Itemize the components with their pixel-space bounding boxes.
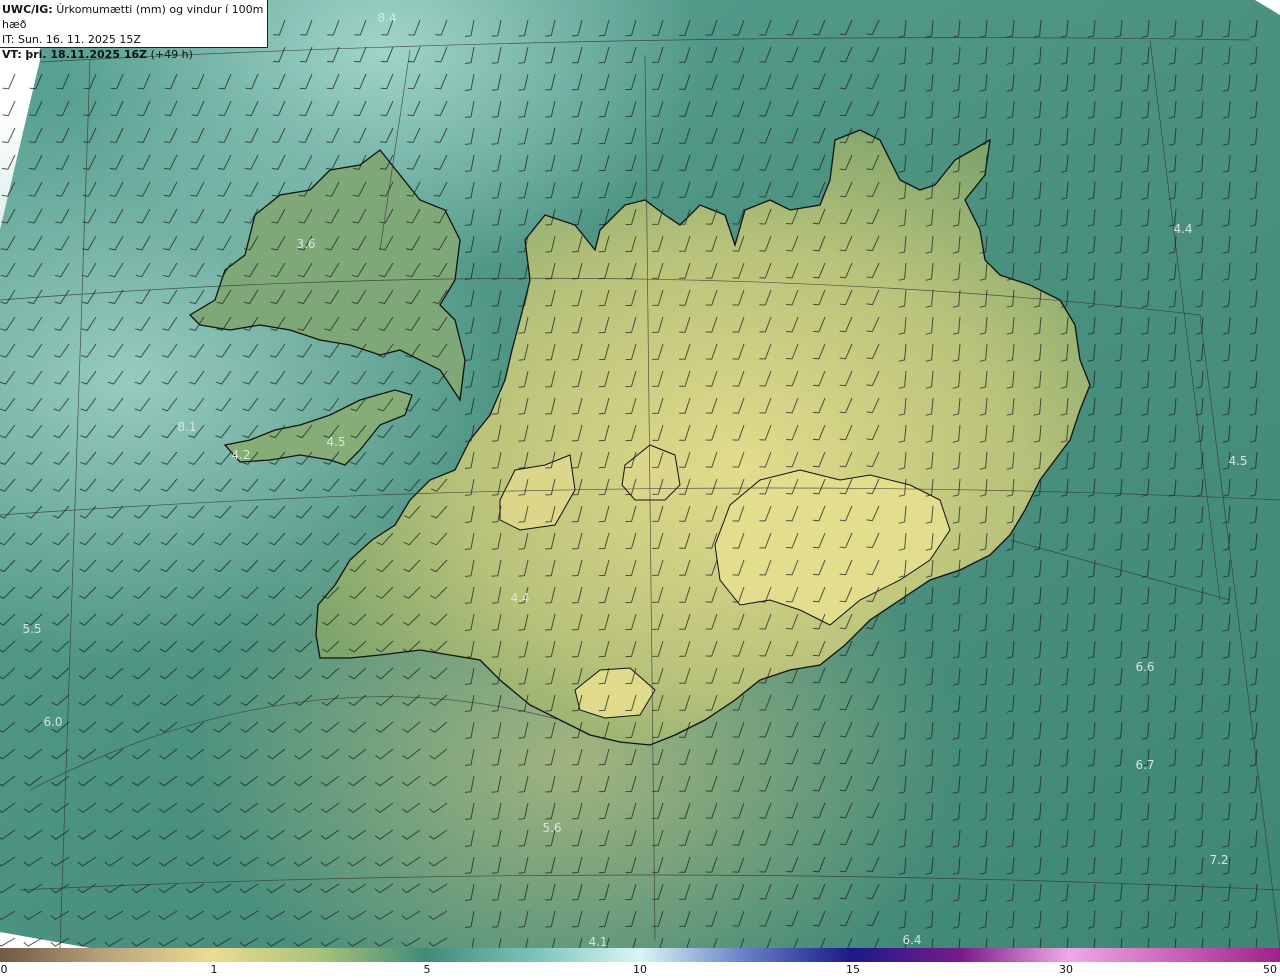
- colorbar: 0 1 5 10 15 30 50: [0, 948, 1280, 978]
- model-name: UWC/IG:: [2, 3, 53, 16]
- map-area: 8.4 3.6 4.4 4.2 8.1 4.5 4.4 4.5 5.5 6.0 …: [0, 0, 1280, 948]
- value-label: 6.4: [902, 933, 922, 947]
- value-label: 6.7: [1135, 758, 1155, 772]
- valid-time-prefix: VT:: [2, 48, 22, 61]
- value-label: 5.5: [22, 622, 42, 636]
- title-line: UWC/IG: Úrkomumætti (mm) og vindur í 100…: [2, 2, 267, 32]
- value-label: 4.1: [588, 935, 608, 948]
- value-label: 7.2: [1209, 853, 1229, 867]
- value-label: 4.2: [231, 448, 251, 462]
- value-label: 4.5: [1228, 454, 1248, 468]
- value-label: 4.4: [1173, 222, 1193, 236]
- value-label: 4.4: [510, 591, 530, 605]
- colorbar-tick: 10: [633, 963, 647, 976]
- valid-time: þri. 18.11.2025 16Z: [25, 48, 148, 61]
- colorbar-tick: 1: [210, 963, 218, 976]
- map-info-box: UWC/IG: Úrkomumætti (mm) og vindur í 100…: [0, 0, 268, 61]
- colorbar-tick: 5: [423, 963, 431, 976]
- value-label: 8.4: [377, 11, 397, 25]
- colorbar-tick: 15: [846, 963, 860, 976]
- colorbar-tick: 50: [1263, 963, 1277, 976]
- precipitable-water-map: [0, 0, 1280, 948]
- value-label: 3.6: [296, 237, 316, 251]
- value-label: 6.6: [1135, 660, 1155, 674]
- value-label: 4.5: [326, 435, 346, 449]
- value-label: 8.1: [177, 420, 197, 434]
- valid-time-line: VT: þri. 18.11.2025 16Z (+49 h): [2, 47, 267, 62]
- colorbar-tick: 0: [0, 963, 8, 976]
- value-label: 5.6: [542, 821, 562, 835]
- initial-time: IT: Sun. 16. 11. 2025 15Z: [2, 33, 141, 46]
- colorbar-tick: 30: [1059, 963, 1073, 976]
- colorbar-strip: [0, 948, 1280, 962]
- value-label: 6.0: [43, 715, 63, 729]
- forecast-offset: (+49 h): [150, 48, 193, 61]
